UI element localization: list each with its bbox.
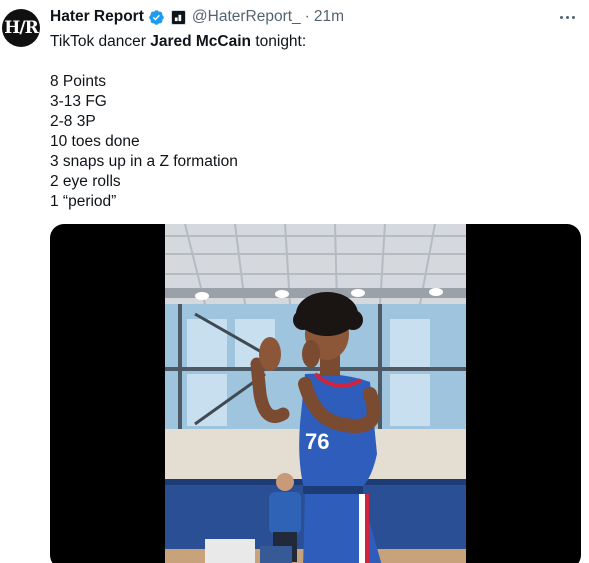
separator-dot: · <box>304 8 310 25</box>
avatar-logo-text: H/R <box>4 18 38 38</box>
stat-line: 10 toes done <box>50 133 140 150</box>
tweet-text: TikTok dancer Jared McCain tonight: 8 Po… <box>50 32 570 212</box>
video-media[interactable]: 76 <box>50 224 581 563</box>
timestamp[interactable]: 21m <box>314 8 344 26</box>
stat-line: 1 “period” <box>50 193 117 210</box>
verified-badge-icon <box>149 9 164 25</box>
intro-suffix: tonight: <box>251 33 307 50</box>
handle[interactable]: @HaterReport_ <box>192 8 301 26</box>
intro-prefix: TikTok dancer <box>50 33 151 50</box>
tweet[interactable]: H/R Hater Report @HaterReport_ · 21m Tik… <box>0 0 589 563</box>
video-frame[interactable]: 76 <box>165 224 466 563</box>
intro-line: TikTok dancer Jared McCain tonight: <box>50 32 570 52</box>
more-options-icon[interactable] <box>555 8 579 26</box>
affiliate-badge-icon[interactable] <box>170 9 186 25</box>
tweet-header: Hater Report @HaterReport_ · 21m <box>50 5 344 29</box>
stat-line: 3-13 FG <box>50 93 107 110</box>
stat-line: 8 Points <box>50 73 107 90</box>
jersey-number: 76 <box>305 429 329 454</box>
stat-line: 2-8 3P <box>50 113 96 130</box>
player-name: Jared McCain <box>150 33 252 50</box>
stat-line: 2 eye rolls <box>50 173 121 190</box>
display-name[interactable]: Hater Report <box>50 8 144 26</box>
gym-scene-image: 76 <box>165 224 466 563</box>
stat-line: 3 snaps up in a Z formation <box>50 153 238 170</box>
avatar[interactable]: H/R <box>2 9 40 47</box>
